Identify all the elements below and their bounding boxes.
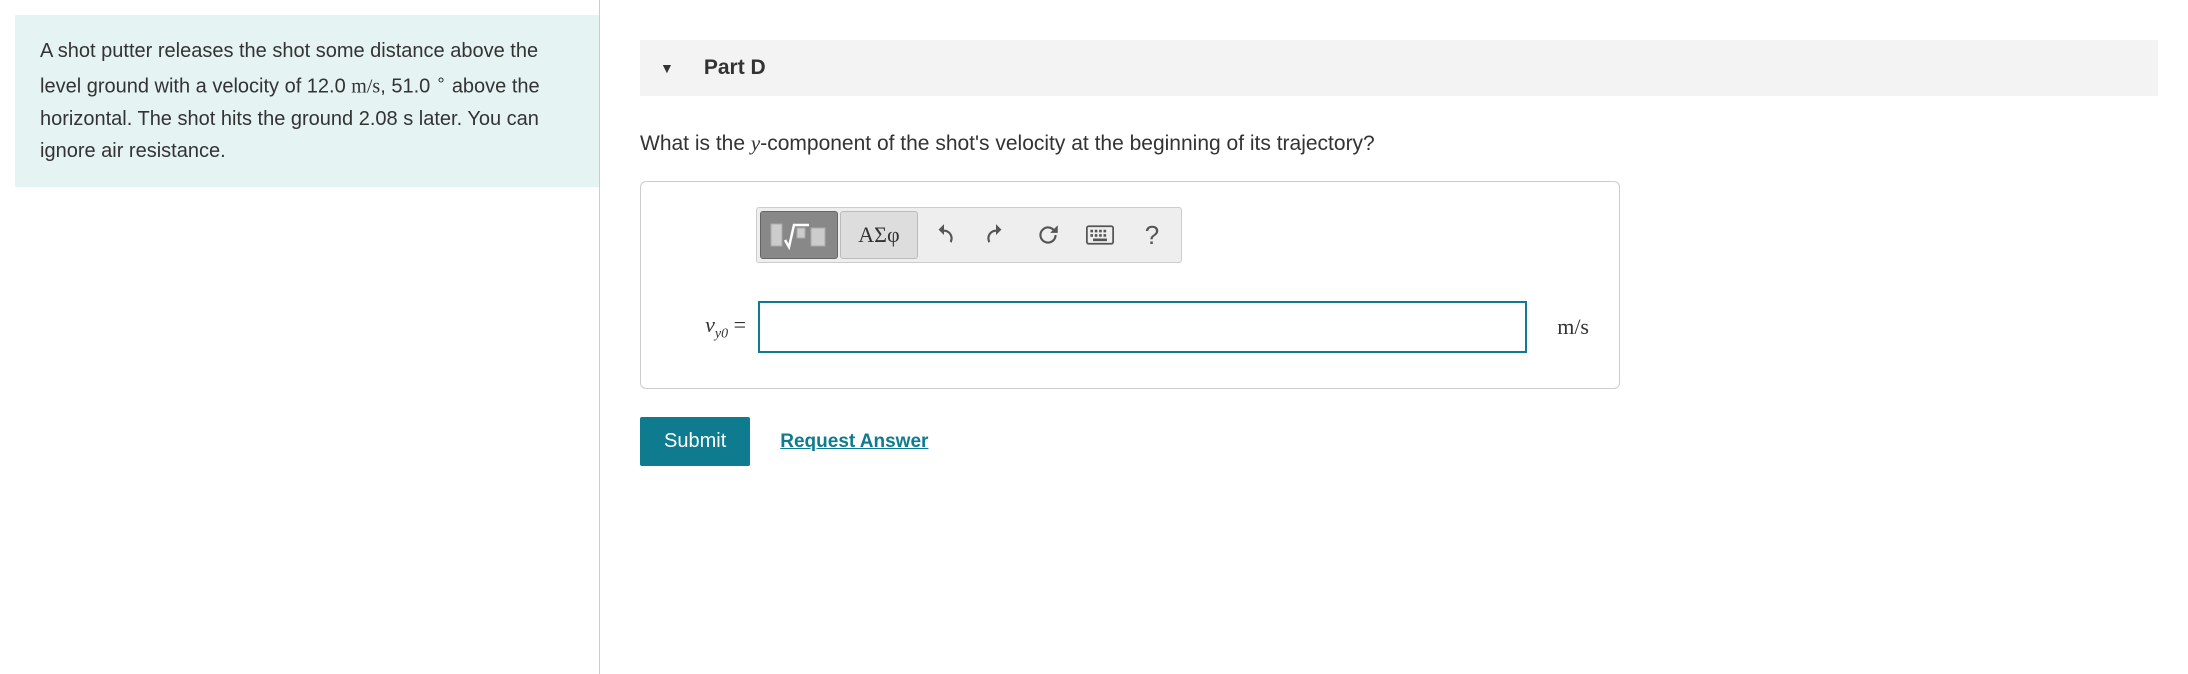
variable-label: vy0 = (671, 312, 746, 342)
greek-letters-button[interactable]: ΑΣφ (840, 211, 918, 259)
action-row: Submit Request Answer (640, 417, 2158, 466)
problem-text-2: , 51.0 (380, 76, 436, 98)
part-title: Part D (704, 56, 766, 80)
redo-button[interactable] (970, 211, 1022, 259)
request-answer-link[interactable]: Request Answer (780, 431, 928, 453)
undo-button[interactable] (918, 211, 970, 259)
answer-area: ΑΣφ ? vy0 = m/s (640, 181, 1620, 389)
question-text: What is the y-component of the shot's ve… (640, 131, 2158, 156)
part-header[interactable]: ▼ Part D (640, 40, 2158, 96)
keyboard-button[interactable] (1074, 211, 1126, 259)
right-panel: ▼ Part D What is the y-component of the … (620, 0, 2188, 674)
var-v: v (705, 312, 715, 337)
var-eq: = (728, 312, 746, 337)
velocity-unit: m/s (351, 76, 380, 98)
left-panel: A shot putter releases the shot some dis… (0, 0, 600, 674)
template-button[interactable] (760, 211, 838, 259)
help-button[interactable]: ? (1126, 211, 1178, 259)
unit-label: m/s (1557, 314, 1589, 340)
degree-symbol: ∘ (436, 70, 446, 89)
equation-toolbar: ΑΣφ ? (756, 207, 1182, 263)
answer-input[interactable] (758, 301, 1527, 353)
var-sub: y0 (715, 326, 728, 341)
question-before: What is the (640, 132, 751, 155)
submit-button[interactable]: Submit (640, 417, 750, 466)
template-icon (769, 220, 829, 250)
collapse-caret-icon[interactable]: ▼ (660, 60, 674, 76)
reset-button[interactable] (1022, 211, 1074, 259)
question-yvar: y (751, 131, 760, 155)
problem-statement: A shot putter releases the shot some dis… (15, 15, 599, 187)
input-row: vy0 = m/s (671, 301, 1589, 353)
question-after: -component of the shot's velocity at the… (760, 132, 1375, 155)
